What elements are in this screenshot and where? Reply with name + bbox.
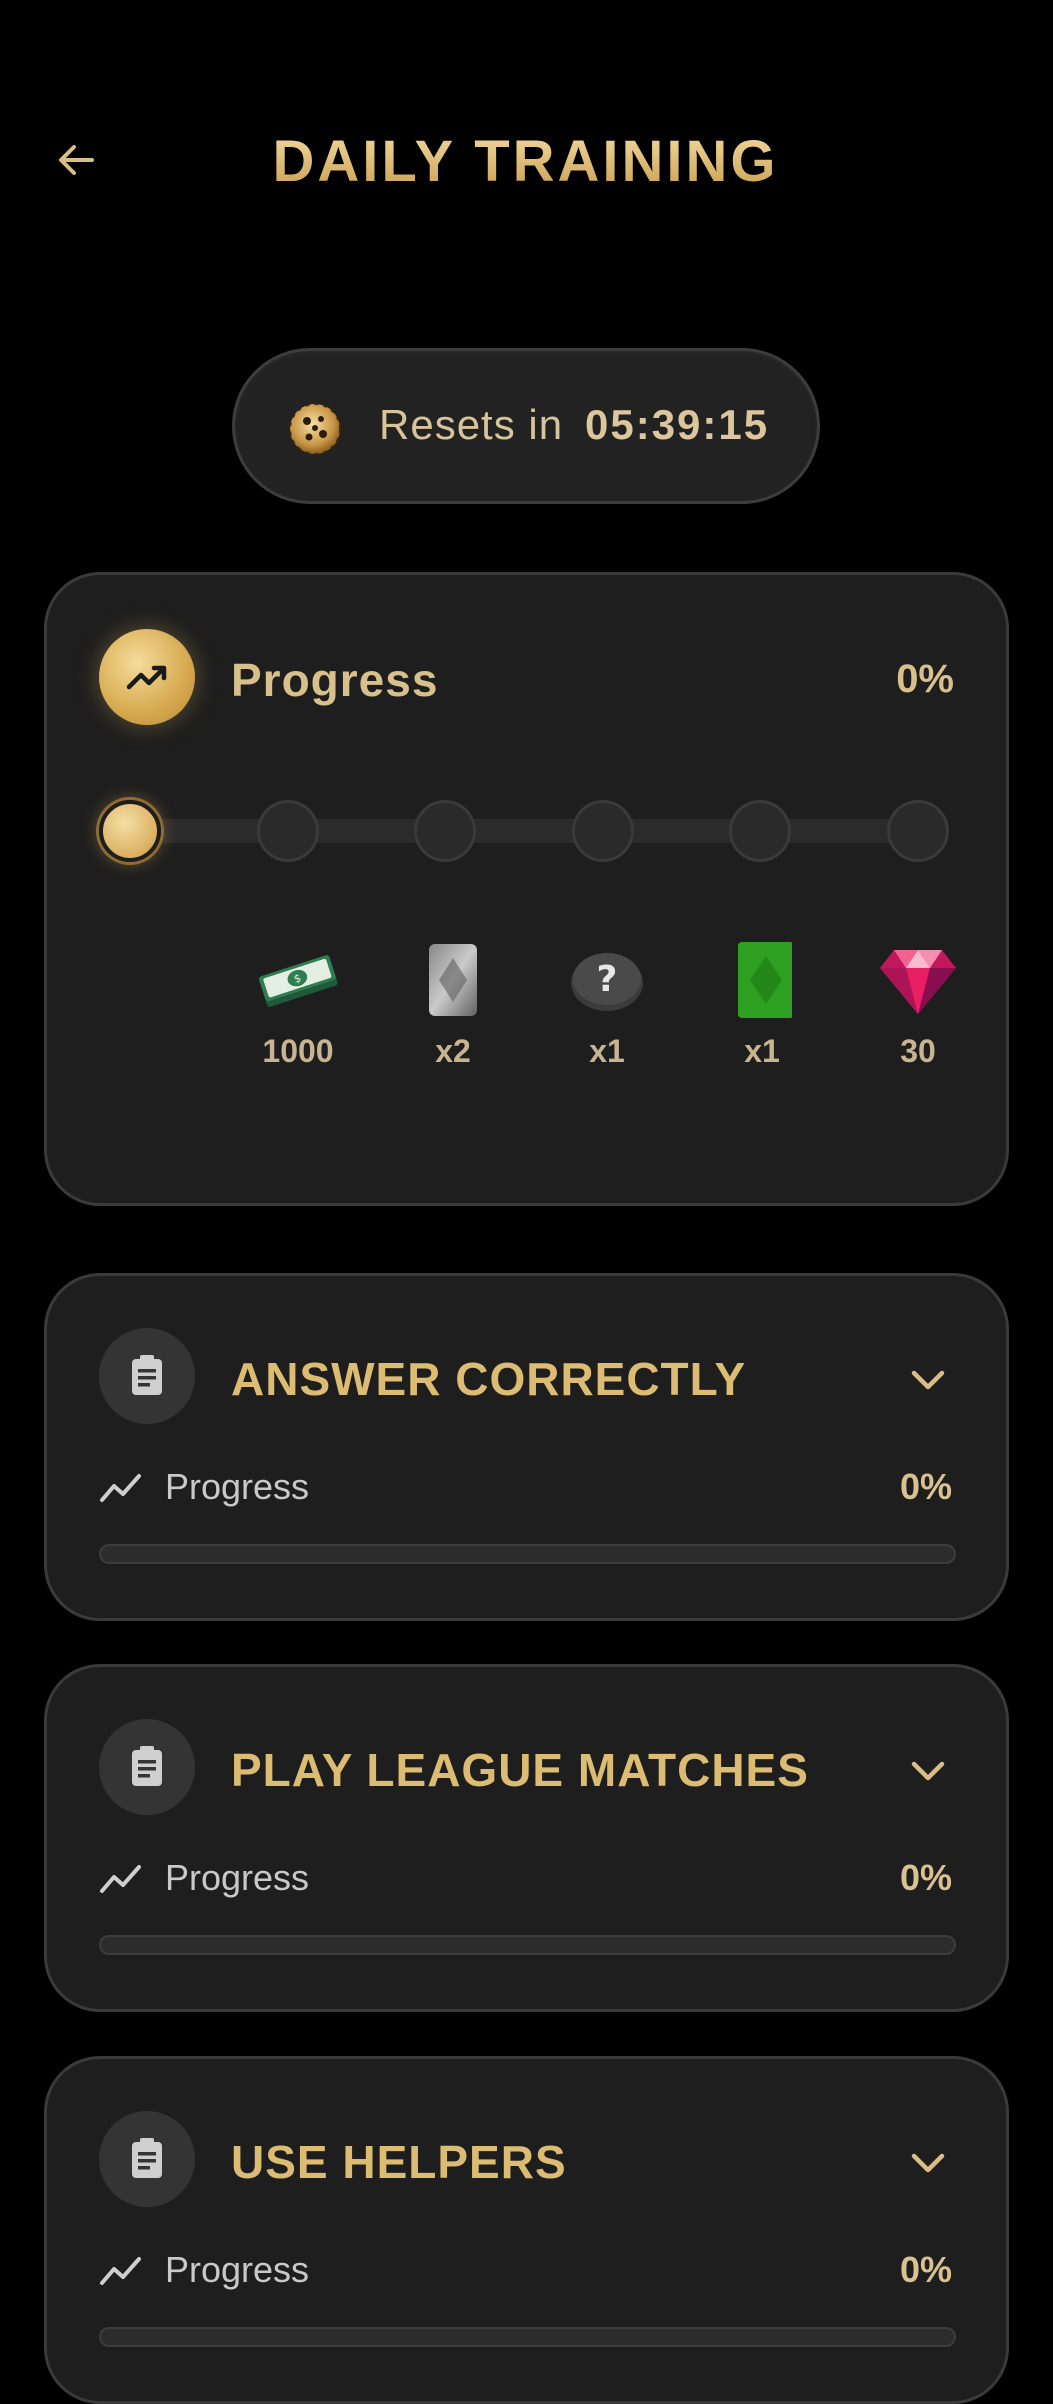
overall-progress-card: Progress 0% $ 1000 x2 ? x1 x1 30 [44,572,1009,1206]
task-progress-label: Progress [165,1857,310,1898]
header: DAILY TRAINING [0,0,1053,220]
task-title: ANSWER CORRECTLY [231,1353,747,1405]
milestone-node[interactable] [887,800,949,862]
reward-item[interactable]: x2 [398,935,508,1070]
mystery-coin-icon: ? [552,935,662,1025]
reward-item[interactable]: ? x1 [552,935,662,1070]
milestone-node[interactable] [729,800,791,862]
trending-up-icon [99,629,195,725]
task-progress-label: Progress [165,1466,310,1507]
reward-amount: 1000 [262,1033,334,1069]
reset-timer-pill: Resets in 05:39:15 [232,348,820,504]
silver-card-icon [398,935,508,1025]
task-card[interactable]: ANSWER CORRECTLY Progress 0% [44,1273,1009,1621]
milestone-node[interactable] [572,800,634,862]
task-progress-bar [99,2327,956,2347]
milestone-node-start [99,800,161,862]
chevron-down-icon[interactable] [904,2139,952,2187]
reset-label: Resets in [379,401,564,448]
progress-percent: 0% [896,657,954,701]
task-progress-label: Progress [165,2249,310,2290]
task-card[interactable]: USE HELPERS Progress 0% [44,2056,1009,2404]
reward-amount: x1 [589,1033,625,1069]
task-title: USE HELPERS [231,2136,567,2188]
task-progress-value: 0% [899,1857,952,1898]
task-progress-bar [99,1935,956,1955]
green-card-icon [707,935,817,1025]
cash-stack-icon: $ [243,935,353,1025]
reward-amount: x2 [435,1033,471,1069]
trend-line-icon [99,2253,143,2289]
trend-line-icon [99,1861,143,1897]
reward-item[interactable]: 30 [863,935,973,1070]
chevron-down-icon[interactable] [904,1356,952,1404]
reward-amount: x1 [744,1033,780,1069]
reset-countdown: 05:39:15 [585,401,770,448]
clipboard-icon [99,1719,195,1815]
reward-item[interactable]: $ 1000 [243,935,353,1070]
chevron-down-icon[interactable] [904,1747,952,1795]
milestone-node[interactable] [414,800,476,862]
clipboard-icon [99,1328,195,1424]
task-progress-value: 0% [899,2249,952,2290]
reward-amount: 30 [900,1033,936,1069]
task-title: PLAY LEAGUE MATCHES [231,1744,809,1796]
timer-icon [287,401,343,457]
milestone-node[interactable] [257,800,319,862]
trend-line-icon [99,1470,143,1506]
task-progress-value: 0% [899,1466,952,1507]
reward-item[interactable]: x1 [707,935,817,1070]
milestone-track [127,819,937,843]
svg-text:?: ? [597,959,618,1000]
task-progress-bar [99,1544,956,1564]
task-card[interactable]: PLAY LEAGUE MATCHES Progress 0% [44,1664,1009,2012]
clipboard-icon [99,2111,195,2207]
page-title: DAILY TRAINING [0,128,1052,195]
gem-icon [863,935,973,1025]
progress-title: Progress [231,654,439,706]
